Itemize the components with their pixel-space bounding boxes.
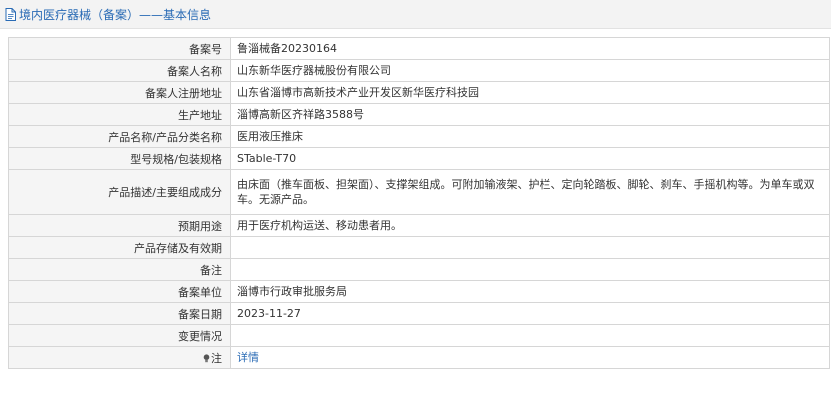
- row-value-change-status: [230, 324, 830, 347]
- table-row: 注 详情: [8, 346, 830, 369]
- page-title: 境内医疗器械（备案）——基本信息: [19, 7, 212, 22]
- row-label-product-description: 产品描述/主要组成成分: [8, 169, 231, 215]
- row-value-registrant-name: 山东新华医疗器械股份有限公司: [230, 59, 830, 82]
- page-header: 境内医疗器械（备案）——基本信息: [0, 0, 831, 29]
- document-icon: [5, 7, 16, 21]
- table-row: 备注: [8, 258, 830, 281]
- row-label-production-address: 生产地址: [8, 103, 231, 126]
- row-value-product-name: 医用液压推床: [230, 125, 830, 148]
- row-label-intended-use: 预期用途: [8, 214, 231, 237]
- row-label-model-spec: 型号规格/包装规格: [8, 147, 231, 170]
- row-label-record-number: 备案号: [8, 37, 231, 60]
- table-row: 生产地址 淄博高新区齐祥路3588号: [8, 103, 830, 126]
- table-row: 预期用途 用于医疗机构运送、移动患者用。: [8, 214, 830, 237]
- row-label-storage-validity: 产品存储及有效期: [8, 236, 231, 259]
- row-value-storage-validity: [230, 236, 830, 259]
- basic-info-table: 备案号 鲁淄械备20230164 备案人名称 山东新华医疗器械股份有限公司 备案…: [8, 37, 830, 369]
- table-row: 产品名称/产品分类名称 医用液压推床: [8, 125, 830, 148]
- row-label-registrant-name: 备案人名称: [8, 59, 231, 82]
- row-value-production-address: 淄博高新区齐祥路3588号: [230, 103, 830, 126]
- table-row: 型号规格/包装规格 STable-T70: [8, 147, 830, 170]
- page: 境内医疗器械（备案）——基本信息 备案号 鲁淄械备20230164 备案人名称 …: [0, 0, 831, 401]
- row-value-record-authority: 淄博市行政审批服务局: [230, 280, 830, 303]
- row-value-remarks: [230, 258, 830, 281]
- row-value-registrant-address: 山东省淄博市高新技术产业开发区新华医疗科技园: [230, 81, 830, 104]
- details-link[interactable]: 详情: [237, 351, 259, 364]
- note-label-text: 注: [211, 351, 222, 365]
- row-label-note: 注: [8, 346, 231, 369]
- row-label-product-name: 产品名称/产品分类名称: [8, 125, 231, 148]
- row-label-change-status: 变更情况: [8, 324, 231, 347]
- table-row: 变更情况: [8, 324, 830, 347]
- table-row: 备案号 鲁淄械备20230164: [8, 37, 830, 60]
- row-value-intended-use: 用于医疗机构运送、移动患者用。: [230, 214, 830, 237]
- row-label-remarks: 备注: [8, 258, 231, 281]
- row-label-registrant-address: 备案人注册地址: [8, 81, 231, 104]
- lightbulb-icon: [203, 353, 210, 362]
- table-row: 备案单位 淄博市行政审批服务局: [8, 280, 830, 303]
- row-value-record-number: 鲁淄械备20230164: [230, 37, 830, 60]
- table-row: 备案人名称 山东新华医疗器械股份有限公司: [8, 59, 830, 82]
- table-row: 备案日期 2023-11-27: [8, 302, 830, 325]
- row-label-record-date: 备案日期: [8, 302, 231, 325]
- table-row: 备案人注册地址 山东省淄博市高新技术产业开发区新华医疗科技园: [8, 81, 830, 104]
- row-value-note: 详情: [230, 346, 830, 369]
- row-value-product-description: 由床面（推车面板、担架面）、支撑架组成。可附加输液架、护栏、定向轮踏板、脚轮、刹…: [230, 169, 830, 215]
- row-label-record-authority: 备案单位: [8, 280, 231, 303]
- row-value-model-spec: STable-T70: [230, 147, 830, 170]
- row-value-record-date: 2023-11-27: [230, 302, 830, 325]
- table-row: 产品存储及有效期: [8, 236, 830, 259]
- table-row: 产品描述/主要组成成分 由床面（推车面板、担架面）、支撑架组成。可附加输液架、护…: [8, 169, 830, 215]
